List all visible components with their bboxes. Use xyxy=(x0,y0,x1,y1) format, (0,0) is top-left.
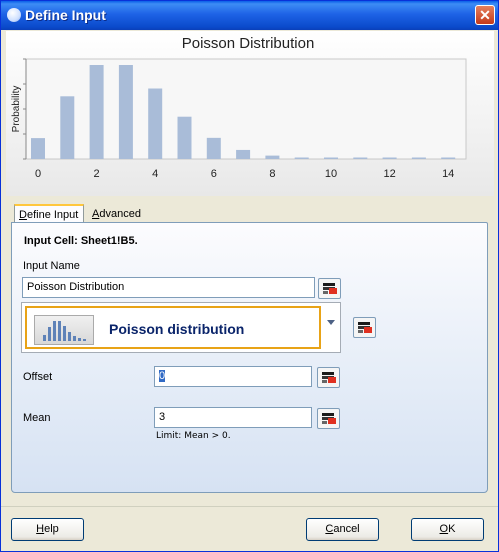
offset-label: Offset xyxy=(23,371,53,383)
window-title: Define Input xyxy=(25,7,106,23)
distribution-name: Poisson distribution xyxy=(109,321,245,337)
bar-1 xyxy=(60,96,75,159)
bar-10 xyxy=(324,157,338,159)
button-separator xyxy=(1,506,498,507)
bar-7 xyxy=(236,149,251,159)
x-tick-label-10: 10 xyxy=(325,168,337,180)
distribution-thumbnail-icon xyxy=(34,315,94,345)
input-cell-label: Input Cell: Sheet1!B5. xyxy=(24,235,138,247)
define-input-panel: Input Cell: Sheet1!B5. Input Name Poisso… xyxy=(11,222,488,493)
distribution-reference-button[interactable] xyxy=(353,317,376,338)
mean-field[interactable]: 3 xyxy=(154,407,312,428)
offset-reference-button[interactable] xyxy=(317,367,340,388)
bar-14 xyxy=(441,157,456,159)
bar-11 xyxy=(353,157,368,159)
x-tick-label-14: 14 xyxy=(442,168,454,180)
title-bar[interactable]: Define Input ✕ xyxy=(1,1,498,30)
input-name-reference-button[interactable] xyxy=(318,278,341,299)
app-icon xyxy=(7,8,21,22)
y-axis-label: Probability xyxy=(11,86,22,133)
bar-13 xyxy=(411,157,426,159)
bar-3 xyxy=(118,65,133,159)
chevron-down-icon[interactable] xyxy=(327,320,335,325)
offset-value: 0 xyxy=(159,370,166,382)
mean-limit-hint: Limit: Mean > 0. xyxy=(156,431,231,441)
distribution-chart: Poisson Distribution Probability 0 2 4 6 8 10 12… xyxy=(6,31,494,196)
define-input-dialog: Define Input ✕ Poisson Distribution Proba… xyxy=(0,0,499,552)
distribution-selector[interactable]: Poisson distribution xyxy=(21,302,341,353)
x-tick-label-6: 6 xyxy=(211,168,217,180)
close-button[interactable]: ✕ xyxy=(475,5,495,25)
x-tick-label-0: 0 xyxy=(35,168,41,180)
input-name-field[interactable]: Poisson Distribution xyxy=(22,277,315,298)
tab-define-input[interactable]: Define Input xyxy=(14,204,84,223)
bar-9 xyxy=(294,157,309,159)
bar-6 xyxy=(206,137,221,159)
bar-2 xyxy=(89,65,104,159)
x-tick-label-2: 2 xyxy=(94,168,100,180)
x-tick-label-4: 4 xyxy=(152,168,158,180)
bar-12 xyxy=(382,157,397,159)
bar-4 xyxy=(148,88,163,159)
bar-5 xyxy=(177,116,192,159)
distribution-selected-item[interactable]: Poisson distribution xyxy=(25,306,321,349)
x-tick-label-8: 8 xyxy=(269,168,275,180)
mean-label: Mean xyxy=(23,412,51,424)
bar-0 xyxy=(31,138,45,159)
chart-svg: Poisson Distribution Probability 0 2 4 6 8 10 12… xyxy=(6,31,494,196)
cancel-button[interactable]: Cancel xyxy=(306,518,379,541)
bar-8 xyxy=(265,155,280,159)
x-tick-label-12: 12 xyxy=(383,168,395,180)
input-name-label: Input Name xyxy=(23,260,80,272)
ok-button[interactable]: OK xyxy=(411,518,484,541)
offset-field[interactable]: 0 xyxy=(154,366,312,387)
chart-title: Poisson Distribution xyxy=(182,35,315,52)
mean-reference-button[interactable] xyxy=(317,408,340,429)
help-button[interactable]: Help xyxy=(11,518,84,541)
